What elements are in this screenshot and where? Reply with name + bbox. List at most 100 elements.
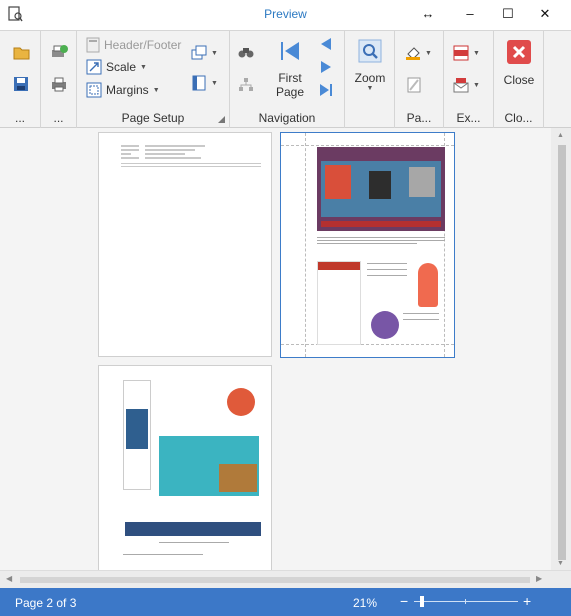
navigation-group-label: Navigation: [258, 111, 316, 125]
scroll-down-icon[interactable]: ▼: [557, 560, 564, 567]
vertical-scrollbar[interactable]: ▲ ▼: [551, 128, 571, 570]
phone-screen: [126, 409, 148, 449]
text-line: [367, 275, 407, 276]
scale-button[interactable]: Scale ▼: [86, 59, 147, 75]
text-line: [121, 153, 131, 155]
chevron-down-icon: ▼: [152, 86, 160, 94]
banner-photo: [219, 464, 257, 492]
close-window-button[interactable]: ✕: [532, 4, 558, 24]
rocket-illustration: [227, 388, 255, 416]
orientation-icon: [191, 45, 207, 60]
save-icon[interactable]: [13, 76, 29, 92]
watermark-icon[interactable]: [406, 77, 422, 93]
zoom-percentage[interactable]: 21%: [353, 596, 377, 610]
text-line: [317, 243, 417, 244]
zoom-out-button[interactable]: −: [400, 593, 408, 609]
find-binoculars-icon[interactable]: [238, 45, 254, 59]
chevron-down-icon: ▼: [366, 85, 374, 92]
text-line: [123, 554, 203, 555]
scale-icon: [86, 59, 102, 75]
zoom-group: Zoom ▼: [345, 31, 395, 128]
zoom-slider-thumb[interactable]: [420, 596, 425, 607]
paper-size-icon: [192, 75, 206, 91]
zoom-icon: [358, 39, 382, 63]
send-email-button[interactable]: ▼: [453, 77, 480, 93]
text-line: [367, 263, 407, 264]
page-color-button[interactable]: ▼: [405, 45, 432, 61]
pdf-export-icon: [453, 45, 469, 61]
margins-icon: [86, 82, 102, 98]
page-thumbnail-3[interactable]: [98, 365, 272, 570]
close-icon: [507, 40, 531, 64]
first-page-button[interactable]: First Page: [272, 39, 308, 99]
rocket-illustration: [371, 311, 399, 339]
scroll-up-icon[interactable]: ▲: [557, 132, 564, 139]
footer-banner: [125, 522, 261, 536]
scroll-right-icon[interactable]: ▶: [536, 574, 542, 583]
cover-figure: [325, 165, 351, 199]
restore-width-button[interactable]: ↔: [415, 4, 441, 24]
export-pdf-button[interactable]: ▼: [453, 45, 480, 61]
chevron-down-icon: ▼: [211, 79, 218, 87]
maximize-button[interactable]: ☐: [495, 4, 521, 24]
sidebar-column: [317, 261, 361, 345]
zoom-slider-track[interactable]: [414, 601, 518, 602]
divider: [121, 163, 261, 164]
header-footer-button[interactable]: Header/Footer: [86, 37, 181, 53]
margin-guide: [281, 145, 454, 146]
last-page-icon[interactable]: [319, 83, 333, 97]
open-folder-icon[interactable]: [13, 45, 31, 61]
close-group-label: Clo...: [504, 111, 533, 125]
first-page-icon: [281, 42, 299, 60]
divider: [121, 166, 261, 167]
file-group-label[interactable]: ...: [0, 111, 40, 125]
print-options-icon[interactable]: [50, 44, 68, 62]
page-background-group: ▼ Pa...: [395, 31, 444, 128]
previous-page-icon[interactable]: [319, 37, 333, 51]
text-line: [403, 313, 439, 314]
window-title: Preview: [264, 7, 307, 21]
chevron-down-icon: ▼: [473, 49, 480, 57]
minimize-button[interactable]: –: [457, 4, 483, 24]
paper-size-button[interactable]: ▼: [191, 75, 218, 91]
zoom-label: Zoom: [354, 71, 386, 85]
chevron-down-icon: ▼: [425, 49, 432, 57]
document-viewer[interactable]: ▲ ▼: [0, 128, 571, 570]
slider-tick: [465, 599, 466, 604]
text-line: [121, 145, 139, 147]
page-thumbnail-1[interactable]: [98, 132, 272, 357]
page-background-group-label: Pa...: [406, 111, 432, 125]
document-map-icon[interactable]: [238, 77, 254, 93]
zoom-button[interactable]: Zoom ▼: [349, 39, 391, 92]
print-icon[interactable]: [51, 76, 67, 92]
margins-button[interactable]: Margins ▼: [86, 82, 160, 98]
first-page-label-2: Page: [275, 85, 305, 99]
scroll-left-icon[interactable]: ◀: [6, 574, 12, 583]
text-line: [121, 149, 139, 151]
sidebar-header: [318, 262, 360, 270]
export-group: ▼ ▼ Ex...: [444, 31, 494, 128]
vertical-scroll-thumb[interactable]: [558, 145, 566, 560]
dialog-launcher-icon[interactable]: [218, 116, 225, 123]
next-page-icon[interactable]: [319, 60, 333, 74]
text-line: [317, 237, 445, 238]
horizontal-scrollbar[interactable]: ◀ ▶: [0, 570, 571, 588]
text-line: [403, 319, 439, 320]
feature-banner: [159, 436, 259, 496]
cover-banner: [321, 221, 441, 227]
close-preview-button[interactable]: Close: [498, 39, 540, 87]
header-footer-label: Header/Footer: [104, 38, 182, 52]
page-thumbnail-2[interactable]: [280, 132, 455, 358]
text-line: [145, 153, 185, 155]
text-line: [145, 157, 201, 159]
zoom-in-button[interactable]: +: [523, 593, 531, 609]
horizontal-scroll-thumb[interactable]: [20, 577, 530, 583]
text-line: [317, 240, 445, 241]
page-color-icon: [406, 47, 420, 60]
text-line: [159, 542, 229, 543]
text-line: [367, 269, 407, 270]
print-group-label[interactable]: ...: [41, 111, 76, 125]
ribbon: ... ... Header/Footer Scale ▼ Margins ▼ …: [0, 30, 571, 128]
header-footer-icon: [86, 37, 100, 53]
orientation-button[interactable]: ▼: [191, 45, 218, 61]
